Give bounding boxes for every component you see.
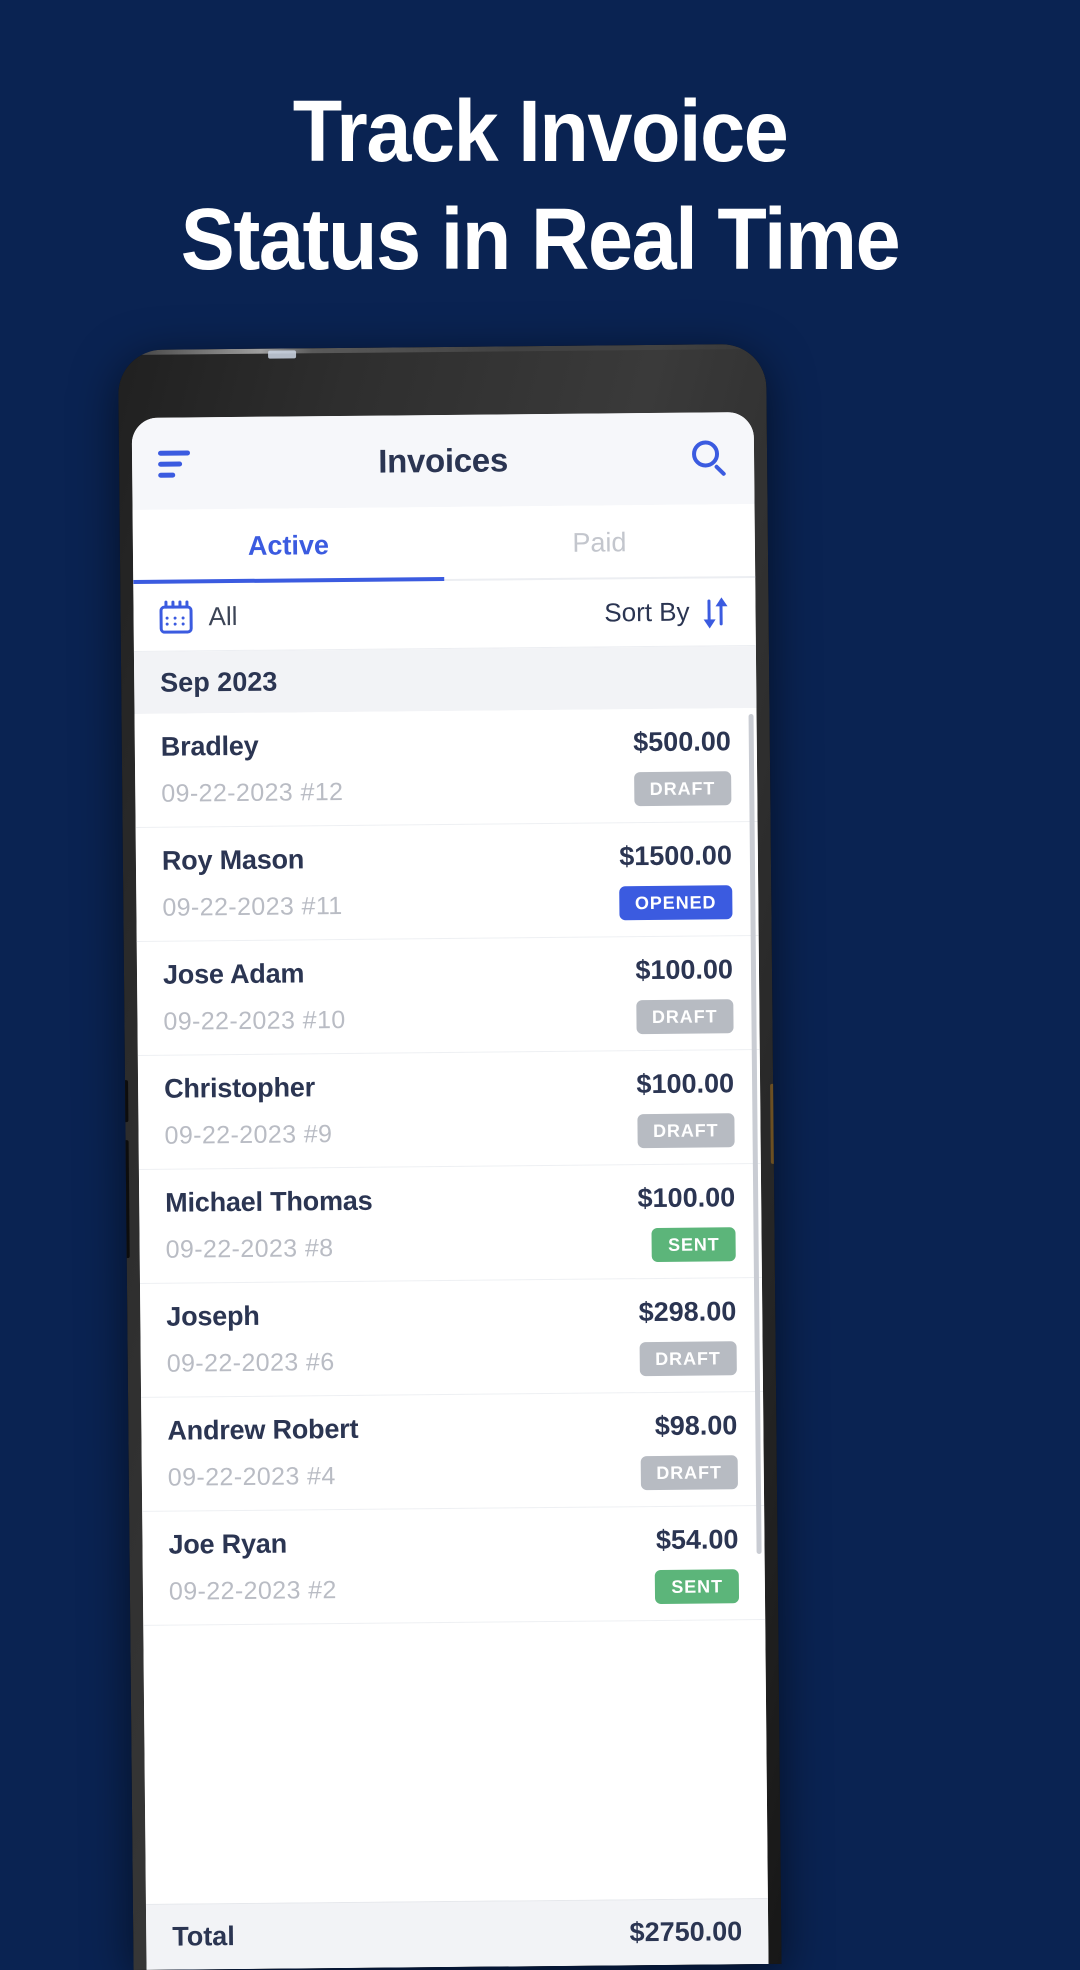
sort-arrows-icon (701, 596, 729, 629)
promo-headline: Track Invoice Status in Real Time (38, 78, 1042, 294)
sort-by-label: Sort By (604, 596, 690, 628)
table-row[interactable]: Bradley $500.00 09-22-2023 #12 DRAFT (134, 707, 758, 828)
sort-by-button[interactable]: Sort By (604, 596, 730, 629)
status-badge: DRAFT (639, 1341, 737, 1377)
calendar-dots (165, 616, 187, 626)
total-row: Total $2750.00 (145, 1897, 769, 1970)
invoice-amount: $100.00 (635, 954, 734, 986)
invoice-list: Bradley $500.00 09-22-2023 #12 DRAFT Roy… (134, 707, 768, 1904)
invoice-amount: $100.00 (637, 1182, 736, 1214)
invoice-client-name: Michael Thomas (165, 1185, 373, 1218)
search-icon[interactable] (691, 440, 728, 477)
invoice-client-name: Roy Mason (161, 844, 305, 876)
phone-top-accent (268, 350, 297, 359)
calendar-tick (171, 600, 175, 609)
invoice-date-number: 09-22-2023 #12 (161, 777, 344, 808)
invoice-client-name: Christopher (163, 1072, 316, 1104)
calendar-tick (185, 600, 189, 609)
invoice-amount: $1500.00 (619, 840, 733, 872)
status-badge: DRAFT (636, 1113, 735, 1149)
total-label: Total (172, 1921, 235, 1952)
invoice-client-name: Andrew Robert (167, 1413, 359, 1446)
tab-paid[interactable]: Paid (444, 504, 756, 581)
status-badge: DRAFT (635, 999, 734, 1035)
invoice-client-name: Jose Adam (162, 958, 305, 990)
status-badge: DRAFT (633, 771, 732, 807)
search-ring (691, 440, 720, 468)
table-row[interactable]: Christopher $100.00 09-22-2023 #9 DRAFT (137, 1049, 761, 1170)
invoice-date-number: 09-22-2023 #2 (168, 1575, 337, 1606)
app-header: Invoices (131, 412, 755, 510)
invoice-date-number: 09-22-2023 #9 (164, 1119, 333, 1150)
menu-line-1 (157, 449, 191, 456)
invoice-date-number: 09-22-2023 #8 (165, 1233, 334, 1264)
section-header-month: Sep 2023 (133, 646, 757, 714)
invoice-date-number: 09-22-2023 #4 (167, 1461, 336, 1492)
calendar-tick (178, 600, 182, 609)
invoice-date-number: 09-22-2023 #11 (162, 891, 343, 922)
invoice-amount: $298.00 (638, 1296, 737, 1328)
menu-line-2 (158, 461, 183, 467)
status-badge: DRAFT (640, 1455, 738, 1491)
status-badge: OPENED (618, 885, 733, 921)
invoice-date-number: 09-22-2023 #6 (166, 1347, 335, 1378)
calendar-icon[interactable] (159, 600, 193, 634)
invoice-amount: $54.00 (655, 1524, 739, 1556)
table-row[interactable]: Joe Ryan $54.00 09-22-2023 #2 SENT (142, 1505, 766, 1626)
invoice-amount: $98.00 (654, 1410, 738, 1442)
hamburger-menu-icon[interactable] (157, 449, 191, 478)
menu-line-3 (158, 472, 176, 478)
status-badge: SENT (651, 1227, 736, 1263)
phone-mockup: Invoices Active Paid All Sort By Sep 202… (118, 343, 782, 1970)
volume-up-button[interactable] (123, 1080, 129, 1123)
invoice-client-name: Bradley (160, 730, 259, 762)
app-screen: Invoices Active Paid All Sort By Sep 202… (131, 412, 769, 1970)
total-amount: $2750.00 (629, 1916, 743, 1948)
calendar-tick (164, 600, 168, 609)
power-button[interactable] (770, 1083, 776, 1164)
invoice-client-name: Joe Ryan (168, 1528, 288, 1560)
invoice-date-number: 09-22-2023 #10 (163, 1005, 346, 1036)
table-row[interactable]: Jose Adam $100.00 09-22-2023 #10 DRAFT (136, 935, 760, 1056)
table-row[interactable]: Joseph $298.00 09-22-2023 #6 DRAFT (139, 1277, 764, 1398)
invoice-amount: $500.00 (633, 726, 731, 758)
invoice-amount: $100.00 (636, 1068, 735, 1100)
table-row[interactable]: Andrew Robert $98.00 09-22-2023 #4 DRAFT (141, 1391, 765, 1512)
table-row[interactable]: Michael Thomas $100.00 09-22-2023 #8 SEN… (138, 1163, 762, 1284)
filter-bar: All Sort By (133, 578, 756, 652)
table-row[interactable]: Roy Mason $1500.00 09-22-2023 #11 OPENED (135, 821, 759, 942)
tab-bar: Active Paid (132, 504, 756, 584)
invoice-client-name: Joseph (166, 1300, 260, 1332)
status-badge: SENT (655, 1569, 740, 1605)
headline-line-1: Track Invoice (292, 83, 789, 180)
tab-active[interactable]: Active (133, 507, 445, 584)
page-title: Invoices (378, 441, 509, 480)
search-handle (713, 463, 727, 477)
date-filter-label[interactable]: All (208, 601, 237, 632)
headline-line-2: Status in Real Time (180, 191, 901, 288)
